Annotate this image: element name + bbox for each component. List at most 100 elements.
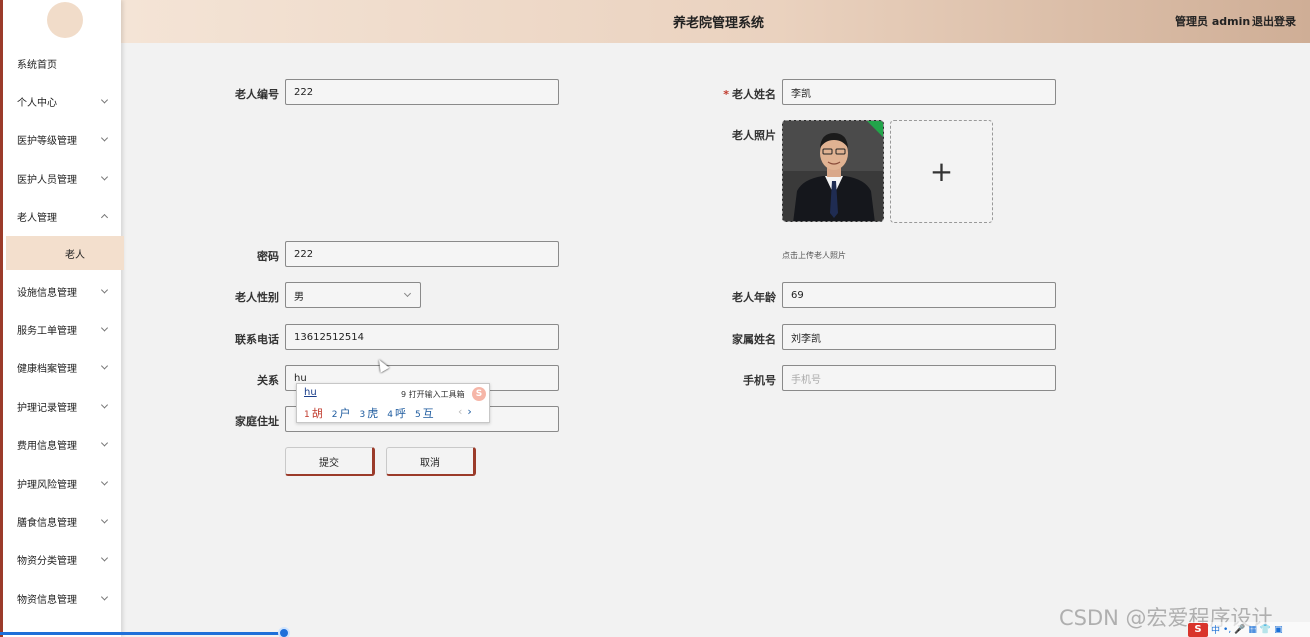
sidebar-item-label: 物资分类管理 bbox=[17, 555, 77, 567]
sidebar-item-elder-management[interactable]: 老人管理 bbox=[3, 199, 121, 233]
sidebar-item-personal-center[interactable]: 个人中心 bbox=[3, 84, 121, 118]
success-corner-icon bbox=[866, 121, 883, 138]
elder-name-input[interactable]: 李凯 bbox=[782, 79, 1056, 105]
sidebar-item-facility[interactable]: 设施信息管理 bbox=[3, 274, 121, 308]
password-label: 密码 bbox=[257, 250, 279, 263]
sidebar-item-care-level[interactable]: 医护等级管理 bbox=[3, 122, 121, 156]
sidebar-item-label: 健康档案管理 bbox=[17, 363, 77, 375]
family-name-label: 家属姓名 bbox=[732, 333, 776, 346]
gender-label: 老人性别 bbox=[235, 291, 279, 304]
sidebar-item-label: 老人管理 bbox=[17, 212, 57, 224]
plus-icon: + bbox=[929, 155, 954, 188]
cancel-button[interactable]: 取消 bbox=[386, 447, 476, 476]
sidebar-item-label: 费用信息管理 bbox=[17, 440, 77, 452]
sidebar-item-label: 个人中心 bbox=[17, 97, 57, 109]
ime-logo-icon: S bbox=[472, 387, 486, 401]
password-input[interactable]: 222 bbox=[285, 241, 559, 267]
sidebar-item-label: 系统首页 bbox=[17, 59, 57, 71]
chevron-down-icon bbox=[403, 289, 412, 298]
submit-button[interactable]: 提交 bbox=[285, 447, 375, 476]
punctuation-icon[interactable]: •, bbox=[1223, 625, 1231, 635]
mobile-input[interactable]: 手机号 bbox=[782, 365, 1056, 391]
admin-username: 管理员 admin bbox=[1175, 15, 1251, 28]
sidebar: 系统首页 个人中心 医护等级管理 医护人员管理 老人管理 老人 设施信息管理 服… bbox=[0, 0, 124, 637]
family-name-input[interactable]: 刘李凯 bbox=[782, 324, 1056, 350]
sidebar-item-label: 护理记录管理 bbox=[17, 402, 77, 414]
sidebar-item-label: 医护等级管理 bbox=[17, 135, 77, 147]
keyboard-icon[interactable]: ▦ bbox=[1248, 625, 1257, 635]
ime-candidate[interactable]: 2户 bbox=[332, 405, 351, 421]
sidebar-item-home[interactable]: 系统首页 bbox=[3, 46, 121, 80]
chevron-down-icon bbox=[100, 362, 109, 370]
chevron-up-icon bbox=[100, 213, 109, 222]
sogou-logo-icon[interactable]: S bbox=[1188, 622, 1208, 637]
sidebar-item-care-record[interactable]: 护理记录管理 bbox=[3, 389, 121, 423]
ime-toolbox-hint[interactable]: 9 打开输入工具箱 bbox=[401, 389, 465, 400]
chevron-down-icon bbox=[100, 478, 109, 486]
skin-icon[interactable]: 👕 bbox=[1260, 625, 1271, 635]
chevron-down-icon bbox=[100, 439, 109, 447]
sidebar-item-material-category[interactable]: 物资分类管理 bbox=[3, 542, 121, 576]
age-input[interactable]: 69 bbox=[782, 282, 1056, 308]
phone-label: 联系电话 bbox=[235, 333, 279, 346]
sidebar-item-label: 护理风险管理 bbox=[17, 479, 77, 491]
horizontal-scrollbar[interactable] bbox=[0, 632, 283, 635]
chevron-down-icon bbox=[100, 554, 109, 562]
chevron-down-icon bbox=[100, 96, 109, 104]
chevron-down-icon bbox=[100, 324, 109, 332]
photo-label: 老人照片 bbox=[732, 129, 776, 142]
ime-composition: hu bbox=[304, 387, 317, 398]
sidebar-item-care-staff[interactable]: 医护人员管理 bbox=[3, 161, 121, 195]
ime-candidate[interactable]: 1胡 bbox=[304, 405, 323, 421]
ime-lang-toggle[interactable]: 中 bbox=[1211, 623, 1220, 636]
sidebar-item-fee[interactable]: 费用信息管理 bbox=[3, 427, 121, 461]
scrollbar-thumb[interactable] bbox=[278, 627, 290, 637]
chevron-down-icon bbox=[100, 516, 109, 524]
top-header: 养老院管理系统 管理员 admin 退出登录 bbox=[121, 0, 1310, 43]
avatar[interactable] bbox=[47, 2, 83, 38]
address-label: 家庭住址 bbox=[235, 415, 279, 428]
page-title: 养老院管理系统 bbox=[673, 16, 765, 31]
ime-candidate[interactable]: 5互 bbox=[415, 405, 434, 421]
toolbox-icon[interactable]: ▣ bbox=[1274, 625, 1283, 635]
gender-select-value: 男 bbox=[294, 291, 304, 303]
microphone-icon[interactable]: 🎤 bbox=[1234, 625, 1245, 635]
ime-candidate[interactable]: 4呼 bbox=[387, 405, 406, 421]
ime-pager: ‹ › bbox=[458, 405, 472, 418]
phone-input[interactable]: 13612512514 bbox=[285, 324, 559, 350]
mobile-label: 手机号 bbox=[743, 374, 776, 387]
ime-prev-icon[interactable]: ‹ bbox=[458, 405, 462, 418]
relation-label: 关系 bbox=[257, 374, 279, 387]
sidebar-item-material-info[interactable]: 物资信息管理 bbox=[3, 581, 121, 615]
chevron-down-icon bbox=[100, 286, 109, 294]
sidebar-item-label: 医护人员管理 bbox=[17, 174, 77, 186]
elder-name-label-text: 老人姓名 bbox=[732, 88, 776, 101]
ime-candidates: 1胡 2户 3虎 4呼 5互 bbox=[304, 405, 434, 421]
sidebar-item-meal[interactable]: 膳食信息管理 bbox=[3, 504, 121, 538]
sidebar-item-label: 膳食信息管理 bbox=[17, 517, 77, 529]
chevron-down-icon bbox=[100, 593, 109, 601]
sidebar-item-care-risk[interactable]: 护理风险管理 bbox=[3, 466, 121, 500]
chevron-down-icon bbox=[100, 173, 109, 181]
ime-next-icon[interactable]: › bbox=[467, 405, 471, 418]
upload-hint-text: 点击上传老人照片 bbox=[782, 251, 846, 260]
sidebar-subitem-elder[interactable]: 老人 bbox=[6, 236, 124, 270]
ime-status-toolbar: S 中 •, 🎤 ▦ 👕 ▣ bbox=[1188, 622, 1310, 637]
photo-upload-button[interactable]: + bbox=[890, 120, 993, 223]
sidebar-item-label: 老人 bbox=[65, 249, 85, 261]
ime-candidate[interactable]: 3虎 bbox=[359, 405, 378, 421]
chevron-down-icon bbox=[100, 134, 109, 142]
sidebar-item-health-record[interactable]: 健康档案管理 bbox=[3, 350, 121, 384]
required-asterisk: * bbox=[723, 88, 729, 101]
ime-candidate-popup: hu 9 打开输入工具箱 S 1胡 2户 3虎 4呼 5互 ‹ › bbox=[296, 383, 490, 423]
elder-no-input[interactable]: 222 bbox=[285, 79, 559, 105]
elder-name-label: * 老人姓名 bbox=[676, 86, 776, 102]
elder-no-label: 老人编号 bbox=[235, 88, 279, 101]
sidebar-item-label: 服务工单管理 bbox=[17, 325, 77, 337]
gender-select[interactable]: 男 bbox=[285, 282, 421, 308]
logout-link[interactable]: 退出登录 bbox=[1252, 13, 1296, 29]
sidebar-item-service-order[interactable]: 服务工单管理 bbox=[3, 312, 121, 346]
sidebar-item-label: 物资信息管理 bbox=[17, 594, 77, 606]
age-label: 老人年龄 bbox=[732, 291, 776, 304]
elder-photo[interactable] bbox=[782, 120, 884, 222]
